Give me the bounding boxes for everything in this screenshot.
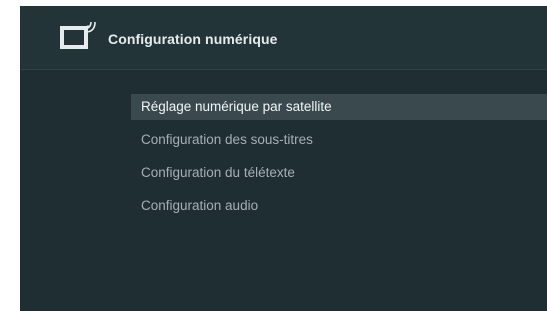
menu-item-label: Configuration des sous-titres — [141, 132, 313, 147]
menu-item-satellite-tuning[interactable]: Réglage numérique par satellite — [131, 94, 547, 120]
header-bar: Configuration numérique — [20, 6, 547, 70]
menu-item-label: Configuration audio — [141, 198, 259, 213]
menu-item-label: Configuration du télétexte — [141, 165, 295, 180]
tv-antenna-icon — [60, 19, 100, 51]
menu-item-subtitle-settings[interactable]: Configuration des sous-titres — [131, 127, 547, 153]
settings-screen: Configuration numérique Réglage numériqu… — [20, 6, 547, 311]
menu-item-audio-settings[interactable]: Configuration audio — [131, 193, 547, 219]
menu-item-label: Réglage numérique par satellite — [141, 99, 332, 114]
page-title: Configuration numérique — [108, 31, 278, 47]
menu-item-teletext-settings[interactable]: Configuration du télétexte — [131, 160, 547, 186]
settings-menu: Réglage numérique par satellite Configur… — [131, 94, 547, 226]
